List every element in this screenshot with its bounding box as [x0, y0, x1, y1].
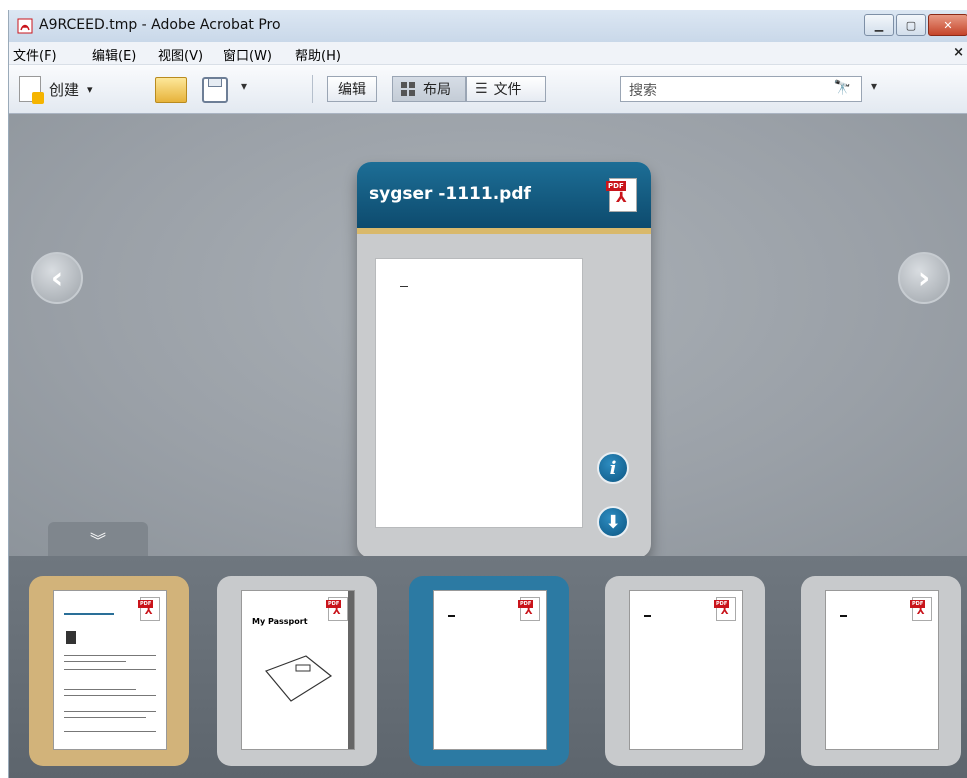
thumbnail-item[interactable]: My Passport PDF ⅄ [217, 576, 377, 766]
chevron-left-icon: ‹ [50, 260, 64, 296]
title-bar: A9RCEED.tmp - Adobe Acrobat Pro ▁ ▢ ✕ [9, 10, 967, 42]
pdf-file-icon: PDF ⅄ [606, 178, 637, 212]
thumbnail-item[interactable]: PDF ⅄ [801, 576, 961, 766]
acrobat-pdf-icon [17, 18, 33, 34]
pdf-file-icon: PDF ⅄ [138, 597, 160, 621]
toolbar-more-icon[interactable]: ▾ [241, 79, 247, 93]
minimize-button[interactable]: ▁ [864, 14, 894, 36]
portfolio-stage: ‹ › sygser -1111.pdf PDF ⅄ i ⬇ ︾ [9, 114, 967, 558]
text-line [64, 655, 156, 656]
toolbar-separator [312, 75, 313, 103]
thumbnail-page: PDF ⅄ [433, 590, 547, 750]
acrobat-logo-icon: ⅄ [333, 606, 341, 617]
collapse-strip-button[interactable]: ︾ [48, 522, 148, 556]
page-text-mark [448, 615, 455, 617]
menu-window[interactable]: 窗口(W) [223, 45, 272, 64]
file-card-title: sygser -1111.pdf [369, 184, 531, 204]
menu-edit[interactable]: 编辑(E) [92, 45, 136, 64]
pdf-file-icon: PDF ⅄ [714, 597, 736, 621]
acrobat-logo-icon: ⅄ [616, 190, 627, 206]
double-chevron-down-icon: ︾ [89, 531, 106, 550]
thumbnail-item[interactable]: PDF ⅄ [29, 576, 189, 766]
search-options-icon[interactable]: ▾ [871, 79, 877, 93]
text-line [64, 731, 156, 732]
menu-file[interactable]: 文件(F) [13, 45, 57, 64]
next-file-button[interactable]: › [898, 252, 950, 304]
open-folder-icon[interactable] [155, 77, 187, 103]
acrobat-logo-icon: ⅄ [525, 606, 533, 617]
grid-layout-icon [401, 82, 415, 96]
page-text-mark [840, 615, 847, 617]
binoculars-icon[interactable]: 🔭 [834, 80, 851, 96]
page-edge-bar [348, 591, 354, 749]
thumbnail-item-selected[interactable]: PDF ⅄ [409, 576, 569, 766]
pdf-file-icon: PDF ⅄ [326, 597, 348, 621]
thumbnail-title: My Passport [252, 617, 308, 626]
window-controls: ▁ ▢ ✕ [862, 14, 967, 36]
menu-view[interactable]: 视图(V) [158, 45, 203, 64]
page-text-mark [400, 286, 408, 287]
menu-help[interactable]: 帮助(H) [295, 45, 341, 64]
files-label: 文件 [493, 82, 522, 98]
files-button[interactable]: ☰ 文件 [466, 76, 546, 102]
device-drawing [264, 655, 333, 702]
acrobat-logo-icon: ⅄ [721, 606, 729, 617]
list-icon: ☰ [475, 81, 488, 97]
create-button[interactable]: 创建 ▾ [19, 75, 93, 104]
acrobat-logo-icon: ⅄ [917, 606, 925, 617]
text-line [64, 689, 136, 690]
acrobat-logo-icon: ⅄ [145, 606, 153, 617]
maximize-button[interactable]: ▢ [896, 14, 926, 36]
photo-thumbnail-icon [66, 631, 76, 644]
text-line [64, 669, 156, 670]
menu-bar: 文件(F) 编辑(E) 视图(V) 窗口(W) 帮助(H) × [9, 42, 967, 65]
down-arrow-icon: ⬇ [605, 511, 621, 533]
thumbnail-page: My Passport PDF ⅄ [241, 590, 355, 750]
text-line [64, 695, 156, 696]
acrobat-window: A9RCEED.tmp - Adobe Acrobat Pro ▁ ▢ ✕ 文件… [8, 10, 967, 778]
text-line [64, 661, 126, 662]
window-title: A9RCEED.tmp - Adobe Acrobat Pro [39, 17, 281, 33]
info-icon: i [609, 457, 617, 479]
create-label: 创建 [49, 80, 80, 99]
toolbar: 创建 ▾ ▾ 编辑 布局 ☰ 文件 搜索 🔭 ▾ [9, 65, 967, 114]
layout-button[interactable]: 布局 [392, 76, 466, 102]
thumbnail-strip: PDF ⅄ My Passport PDF ⅄ PDF ⅄ PDF ⅄ PDF … [9, 556, 967, 778]
thumbnail-page: PDF ⅄ [629, 590, 743, 750]
chevron-down-icon: ▾ [87, 82, 93, 96]
layout-label: 布局 [423, 82, 451, 98]
search-placeholder: 搜索 [629, 83, 657, 99]
pdf-file-icon: PDF ⅄ [518, 597, 540, 621]
file-card-header: sygser -1111.pdf PDF ⅄ [357, 162, 651, 234]
file-card[interactable]: sygser -1111.pdf PDF ⅄ i ⬇ [357, 162, 651, 558]
page-heading-line [64, 613, 114, 615]
previous-file-button[interactable]: ‹ [31, 252, 83, 304]
thumbnail-page: PDF ⅄ [825, 590, 939, 750]
close-window-button[interactable]: ✕ [928, 14, 967, 36]
text-line [64, 717, 146, 718]
edit-button[interactable]: 编辑 [327, 76, 377, 102]
pdf-file-icon: PDF ⅄ [910, 597, 932, 621]
edit-label: 编辑 [338, 82, 366, 98]
page-text-mark [644, 615, 651, 617]
thumbnail-item[interactable]: PDF ⅄ [605, 576, 765, 766]
create-document-icon [19, 76, 44, 104]
thumbnail-page: PDF ⅄ [53, 590, 167, 750]
chevron-right-icon: › [917, 260, 931, 296]
search-input[interactable]: 搜索 🔭 [620, 76, 862, 102]
close-document-icon[interactable]: × [953, 45, 964, 60]
file-card-preview[interactable] [375, 258, 583, 528]
save-icon[interactable] [202, 77, 228, 103]
download-button[interactable]: ⬇ [597, 506, 629, 538]
info-button[interactable]: i [597, 452, 629, 484]
text-line [64, 711, 156, 712]
